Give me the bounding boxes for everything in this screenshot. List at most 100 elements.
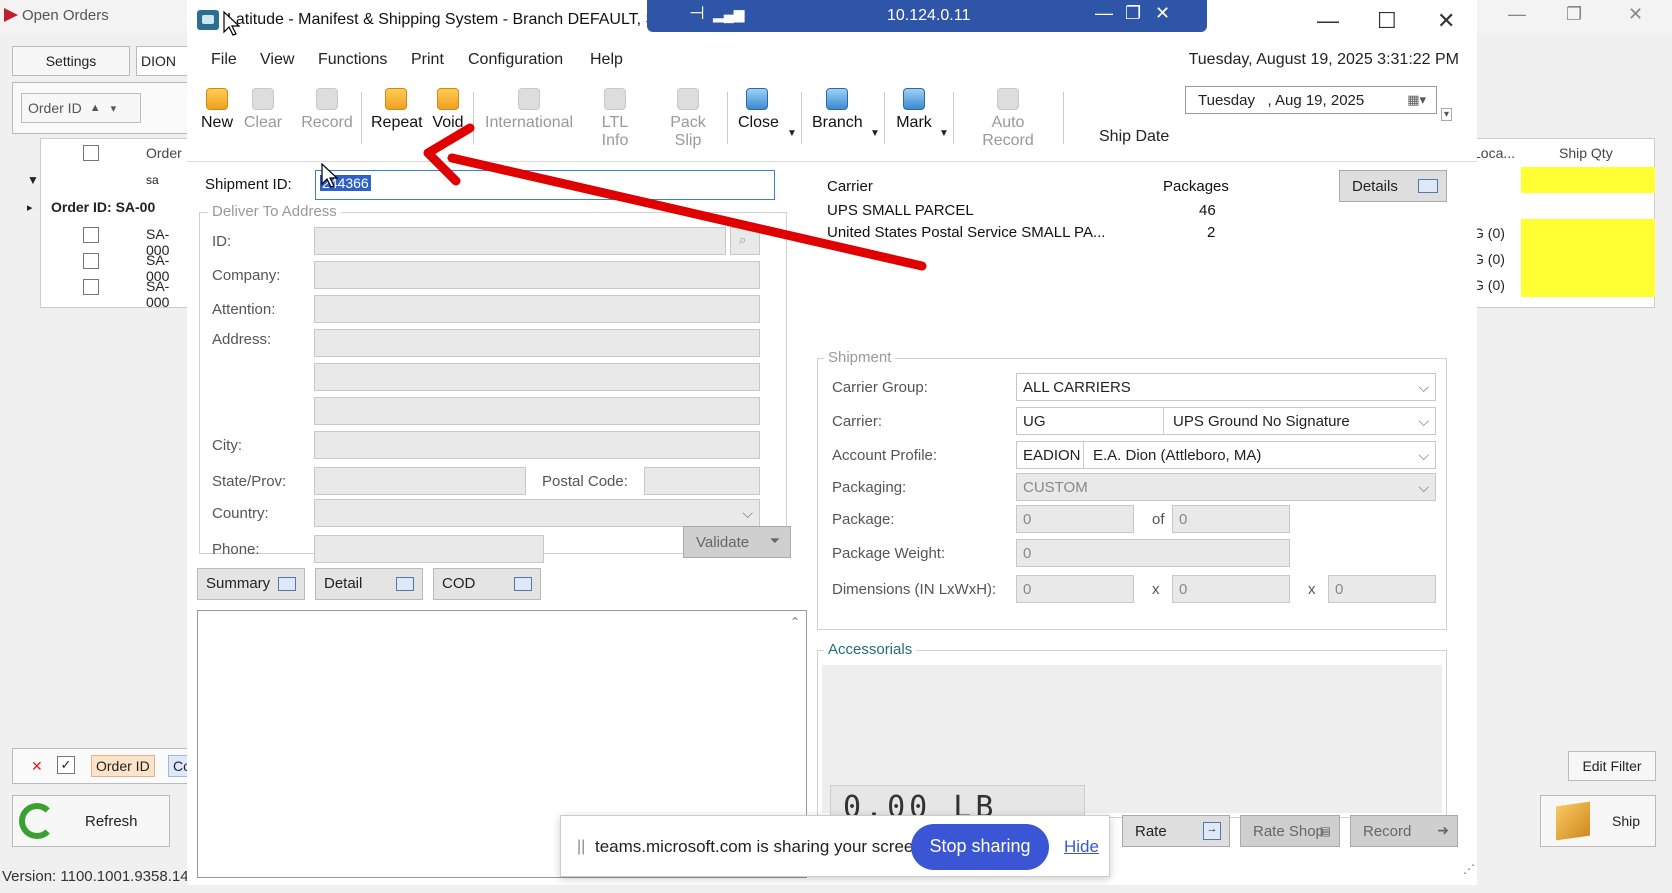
order-id-filter-chip[interactable]: Order ID (91, 755, 155, 777)
order-column-header[interactable]: Order (146, 145, 182, 161)
restore-icon[interactable]: ❐ (1566, 4, 1582, 25)
address-line3-field[interactable] (314, 397, 760, 425)
close-dropdown-caret-icon[interactable]: ▼ (787, 128, 797, 139)
menu-configuration[interactable]: Configuration (468, 51, 563, 69)
location-column-header[interactable]: Loca... (1473, 145, 1515, 161)
table-row[interactable]: SA-000 (146, 278, 189, 310)
tab-cod[interactable]: COD (433, 568, 541, 600)
void-button[interactable]: Void (431, 88, 465, 150)
ship-qty-cell[interactable] (1521, 245, 1655, 271)
carrier-column-header[interactable]: Carrier (827, 178, 873, 195)
ship-button[interactable]: Ship (1540, 795, 1656, 847)
dimension-width-field[interactable]: 0 (1172, 575, 1290, 603)
select-all-checkbox[interactable] (83, 145, 99, 161)
calendar-icon[interactable]: ▦▾ (1407, 92, 1426, 108)
package-total-field[interactable]: 0 (1172, 505, 1290, 533)
menu-help[interactable]: Help (590, 51, 623, 69)
dimension-length-field[interactable]: 0 (1016, 575, 1134, 603)
order-id-sort-chip[interactable]: Order ID ▲ ▾ (21, 93, 141, 123)
minimize-icon[interactable]: — (1095, 3, 1113, 24)
state-field[interactable] (314, 467, 526, 495)
minimize-icon[interactable]: — (1508, 4, 1526, 25)
dimension-height-field[interactable]: 0 (1328, 575, 1436, 603)
close-toolbar-button[interactable]: Close (738, 88, 779, 150)
filter-row-value[interactable]: sa (146, 173, 159, 187)
international-button[interactable]: International (485, 88, 573, 150)
company-field[interactable] (314, 261, 760, 289)
phone-field[interactable] (314, 535, 544, 563)
address-line2-field[interactable] (314, 363, 760, 391)
package-number-field[interactable]: 0 (1016, 505, 1134, 533)
carrier-row-name[interactable]: UPS SMALL PARCEL (827, 202, 974, 219)
clear-filter-icon[interactable]: ✕ (31, 758, 43, 775)
id-field[interactable] (314, 227, 726, 255)
group-row-label[interactable]: Order ID: SA-00 (51, 199, 155, 215)
menu-file[interactable]: File (211, 51, 237, 69)
menu-functions[interactable]: Functions (318, 51, 387, 69)
carrier-row-name[interactable]: United States Postal Service SMALL PA... (827, 224, 1105, 241)
ship-qty-cell[interactable] (1521, 271, 1655, 297)
mark-dropdown-caret-icon[interactable]: ▼ (939, 128, 949, 139)
row-checkbox[interactable] (83, 227, 99, 243)
tab-summary[interactable]: Summary (197, 568, 305, 600)
ship-qty-filter-cell[interactable] (1521, 167, 1655, 193)
rate-shop-button[interactable]: Rate Shop ▤ (1240, 815, 1340, 847)
filter-row-icon[interactable]: ▼ (27, 173, 39, 187)
close-icon[interactable]: ✕ (1437, 8, 1455, 34)
close-icon[interactable]: ✕ (1155, 3, 1170, 24)
maximize-icon[interactable]: ☐ (1377, 8, 1397, 34)
rate-button[interactable]: Rate → (1122, 815, 1230, 847)
repeat-button[interactable]: Repeat (371, 88, 423, 150)
row-checkbox[interactable] (83, 253, 99, 269)
hide-link[interactable]: Hide (1064, 837, 1099, 857)
details-button[interactable]: Details (1339, 170, 1447, 202)
edit-filter-button[interactable]: Edit Filter (1568, 751, 1656, 781)
packaging-select[interactable]: CUSTOM ⌵ (1016, 473, 1436, 501)
version-text: Version: 1100.1001.9358.147 (2, 868, 197, 885)
settings-button[interactable]: Settings (12, 46, 130, 76)
ship-qty-column-header[interactable]: Ship Qty (1559, 145, 1613, 161)
toolbar-overflow-icon[interactable]: ▾ (1441, 108, 1453, 121)
scroll-up-icon[interactable]: ⌃ (790, 615, 800, 629)
address-line1-field[interactable] (314, 329, 760, 357)
country-select[interactable]: ⌵ (314, 499, 760, 527)
mark-button[interactable]: Mark (895, 88, 933, 150)
minimize-icon[interactable]: — (1317, 8, 1339, 34)
drag-handle-icon[interactable]: || (577, 838, 585, 856)
ship-qty-cell[interactable] (1521, 219, 1655, 245)
clear-button[interactable]: Clear (243, 88, 283, 150)
stop-sharing-button[interactable]: Stop sharing (911, 824, 1049, 870)
validate-button[interactable]: Validate ⏷ (683, 526, 791, 558)
package-weight-field[interactable]: 0 (1016, 539, 1290, 567)
branch-dropdown-caret-icon[interactable]: ▼ (870, 128, 880, 139)
attention-field[interactable] (314, 295, 760, 323)
restore-icon[interactable]: ❐ (1125, 3, 1141, 24)
close-icon[interactable]: ✕ (1628, 4, 1643, 25)
new-button[interactable]: New (199, 88, 235, 150)
ship-date-picker[interactable]: Tuesday , Aug 19, 2025 ▦▾ (1185, 86, 1437, 114)
carrier-group-select[interactable]: ALL CARRIERS ⌵ (1016, 373, 1436, 401)
menu-print[interactable]: Print (411, 51, 444, 69)
city-field[interactable] (314, 431, 760, 459)
row-checkbox[interactable] (83, 279, 99, 295)
account-profile-select[interactable]: EADION E.A. Dion (Attleboro, MA) ⌵ (1016, 441, 1436, 469)
branch-button[interactable]: Branch (812, 88, 863, 150)
ltl-info-button[interactable]: LTL Info (587, 88, 643, 150)
packages-column-header[interactable]: Packages (1163, 178, 1229, 195)
grouping-panel: Order ID ▲ ▾ (12, 82, 192, 134)
shipment-id-input[interactable]: 244366 (315, 170, 775, 200)
tab-detail[interactable]: Detail (315, 568, 423, 600)
record-toolbar-button[interactable]: Record (301, 88, 353, 150)
pin-icon[interactable]: ⊣ (689, 3, 705, 24)
postal-code-field[interactable] (644, 467, 760, 495)
address-lookup-button[interactable]: ⌕ (730, 227, 760, 255)
expand-row-icon[interactable]: ▸ (27, 201, 33, 214)
menu-view[interactable]: View (260, 51, 294, 69)
pack-slip-button[interactable]: Pack Slip (657, 88, 719, 150)
auto-record-button[interactable]: Auto Record (965, 88, 1051, 150)
carrier-select[interactable]: UG UPS Ground No Signature ⌵ (1016, 407, 1436, 435)
refresh-button[interactable]: Refresh (12, 795, 170, 847)
enable-filter-checkbox-icon[interactable]: ✓ (57, 756, 75, 774)
record-button[interactable]: Record ➜ (1350, 815, 1458, 847)
resize-grip-icon[interactable]: ⋰ (1463, 862, 1475, 876)
